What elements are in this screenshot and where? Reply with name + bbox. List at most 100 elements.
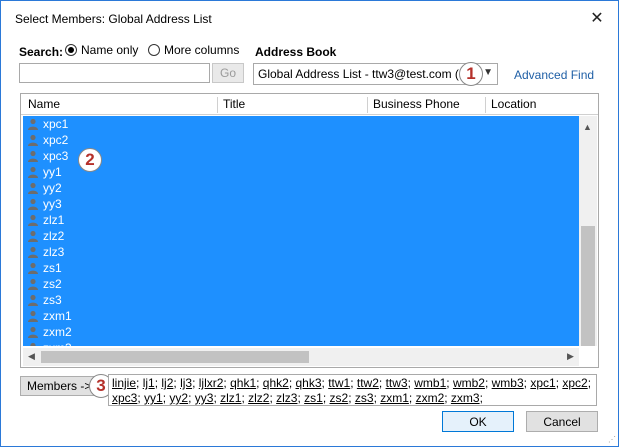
callout-badge-2: 2	[78, 148, 102, 172]
radio-more-columns[interactable]: More columns	[148, 43, 239, 57]
list-item[interactable]: yy3	[23, 196, 579, 212]
resize-grip-icon[interactable]: ⋰	[608, 435, 616, 444]
list-item[interactable]: zxm3	[23, 340, 579, 346]
search-input[interactable]	[19, 63, 210, 83]
member-entry[interactable]: wmb1	[414, 376, 446, 390]
member-entry[interactable]: ttw3	[386, 376, 408, 390]
scroll-left-icon[interactable]: ◀	[28, 351, 35, 362]
member-entry[interactable]: zxm3	[451, 391, 480, 405]
list-item[interactable]: zlz2	[23, 228, 579, 244]
member-entry[interactable]: qhk3	[296, 376, 322, 390]
list-item-label: zxm2	[43, 325, 72, 339]
list-item[interactable]: zxm2	[23, 324, 579, 340]
member-entry[interactable]: qhk2	[263, 376, 289, 390]
member-entry[interactable]: yy2	[169, 391, 188, 405]
person-icon	[28, 182, 38, 194]
list-item-label: yy1	[43, 165, 62, 179]
column-header-business-phone[interactable]: Business Phone	[367, 97, 485, 113]
person-icon	[28, 294, 38, 306]
ok-button[interactable]: OK	[442, 411, 514, 432]
list-item[interactable]: zxm1	[23, 308, 579, 324]
member-entry[interactable]: zs3	[355, 391, 374, 405]
person-icon	[28, 278, 38, 290]
person-icon	[28, 310, 38, 322]
list-item[interactable]: yy2	[23, 180, 579, 196]
member-entry[interactable]: yy1	[144, 391, 163, 405]
list-item[interactable]: xpc2	[23, 132, 579, 148]
member-entry[interactable]: linjie	[112, 376, 136, 390]
member-entry[interactable]: zlz1	[220, 391, 241, 405]
scroll-right-icon[interactable]: ▶	[567, 351, 574, 362]
go-button[interactable]: Go	[212, 63, 244, 83]
member-entry[interactable]: xpc2	[562, 376, 587, 390]
member-entry[interactable]: zlz2	[248, 391, 269, 405]
list-item-label: xpc3	[43, 149, 69, 163]
person-icon	[28, 166, 38, 178]
list-item-label: zxm3	[43, 341, 72, 346]
list-item[interactable]: xpc3	[23, 148, 579, 164]
column-header-location[interactable]: Location	[485, 97, 598, 113]
window-title: Select Members: Global Address List	[15, 12, 212, 26]
list-item-label: zs3	[43, 293, 62, 307]
list-item[interactable]: xpc1	[23, 116, 579, 132]
member-entry[interactable]: lj3	[180, 376, 192, 390]
list-body[interactable]: xpc1 xpc2 xpc3 yy1 yy2 yy3 zlz1 zlz2 zlz3 zs1 zs2 z…	[23, 116, 579, 346]
member-entry[interactable]: zlz3	[276, 391, 297, 405]
list-item-label: zs2	[43, 277, 62, 291]
member-entry[interactable]: ljlxr2	[199, 376, 224, 390]
member-entry[interactable]: zxm2	[416, 391, 445, 405]
vertical-scroll-thumb[interactable]	[581, 226, 595, 346]
member-entry[interactable]: lj1	[143, 376, 155, 390]
vertical-scrollbar[interactable]: ▲	[579, 116, 597, 346]
column-header-name[interactable]: Name	[23, 97, 217, 113]
member-entry[interactable]: zs1	[304, 391, 323, 405]
member-entry[interactable]: qhk1	[230, 376, 256, 390]
list-item[interactable]: zs1	[23, 260, 579, 276]
list-item[interactable]: zlz1	[23, 212, 579, 228]
person-icon	[30, 342, 36, 346]
person-icon	[28, 150, 38, 162]
scroll-up-icon[interactable]: ▲	[583, 122, 592, 132]
member-entry[interactable]: xpc1	[530, 376, 555, 390]
list-item-label: yy3	[43, 197, 62, 211]
column-header-title[interactable]: Title	[217, 97, 367, 113]
address-list[interactable]: Name Title Business Phone Location xpc1 x…	[20, 93, 599, 368]
list-item-label: zxm1	[43, 309, 72, 323]
list-item-label: xpc2	[43, 133, 69, 147]
member-entry[interactable]: ttw1	[328, 376, 350, 390]
person-icon	[28, 246, 38, 258]
address-book-selected: Global Address List - ttw3@test.com (1)	[258, 67, 470, 81]
list-item[interactable]: yy1	[23, 164, 579, 180]
radio-unselected-icon[interactable]	[148, 44, 160, 56]
person-icon	[28, 326, 38, 338]
list-item-label: yy2	[43, 181, 62, 195]
horizontal-scroll-thumb[interactable]	[41, 351, 309, 363]
member-entry[interactable]: zs2	[330, 391, 349, 405]
member-entry[interactable]: wmb2	[453, 376, 485, 390]
member-entry[interactable]: lj2	[161, 376, 173, 390]
list-item[interactable]: zlz3	[23, 244, 579, 260]
list-item[interactable]: zs3	[23, 292, 579, 308]
members-field[interactable]: linjie; lj1; lj2; lj3; ljlxr2; qhk1; qhk…	[108, 374, 597, 406]
list-item[interactable]: zs2	[23, 276, 579, 292]
member-entry[interactable]: yy3	[195, 391, 214, 405]
member-entry[interactable]: wmb3	[492, 376, 524, 390]
callout-badge-1: 1	[459, 62, 483, 86]
advanced-find-link[interactable]: Advanced Find	[514, 68, 594, 82]
chevron-down-icon[interactable]: ▼	[483, 67, 493, 78]
member-entry[interactable]: zxm1	[380, 391, 409, 405]
member-entry[interactable]: ttw2	[357, 376, 379, 390]
person-icon	[28, 214, 38, 226]
dialog-window: Select Members: Global Address List ✕ Se…	[0, 0, 619, 447]
cancel-button[interactable]: Cancel	[526, 411, 598, 432]
close-icon[interactable]: ✕	[584, 7, 610, 29]
search-label: Search:	[19, 45, 64, 59]
title-bar: Select Members: Global Address List ✕	[1, 1, 618, 37]
address-book-label: Address Book	[255, 45, 337, 59]
member-entry[interactable]: xpc3	[112, 391, 137, 405]
horizontal-scrollbar[interactable]: ◀ ▶	[23, 348, 579, 366]
radio-selected-icon[interactable]	[65, 44, 77, 56]
list-item-label: xpc1	[43, 117, 69, 131]
list-item-label: zlz2	[43, 229, 65, 243]
radio-name-only[interactable]: Name only	[65, 43, 138, 57]
